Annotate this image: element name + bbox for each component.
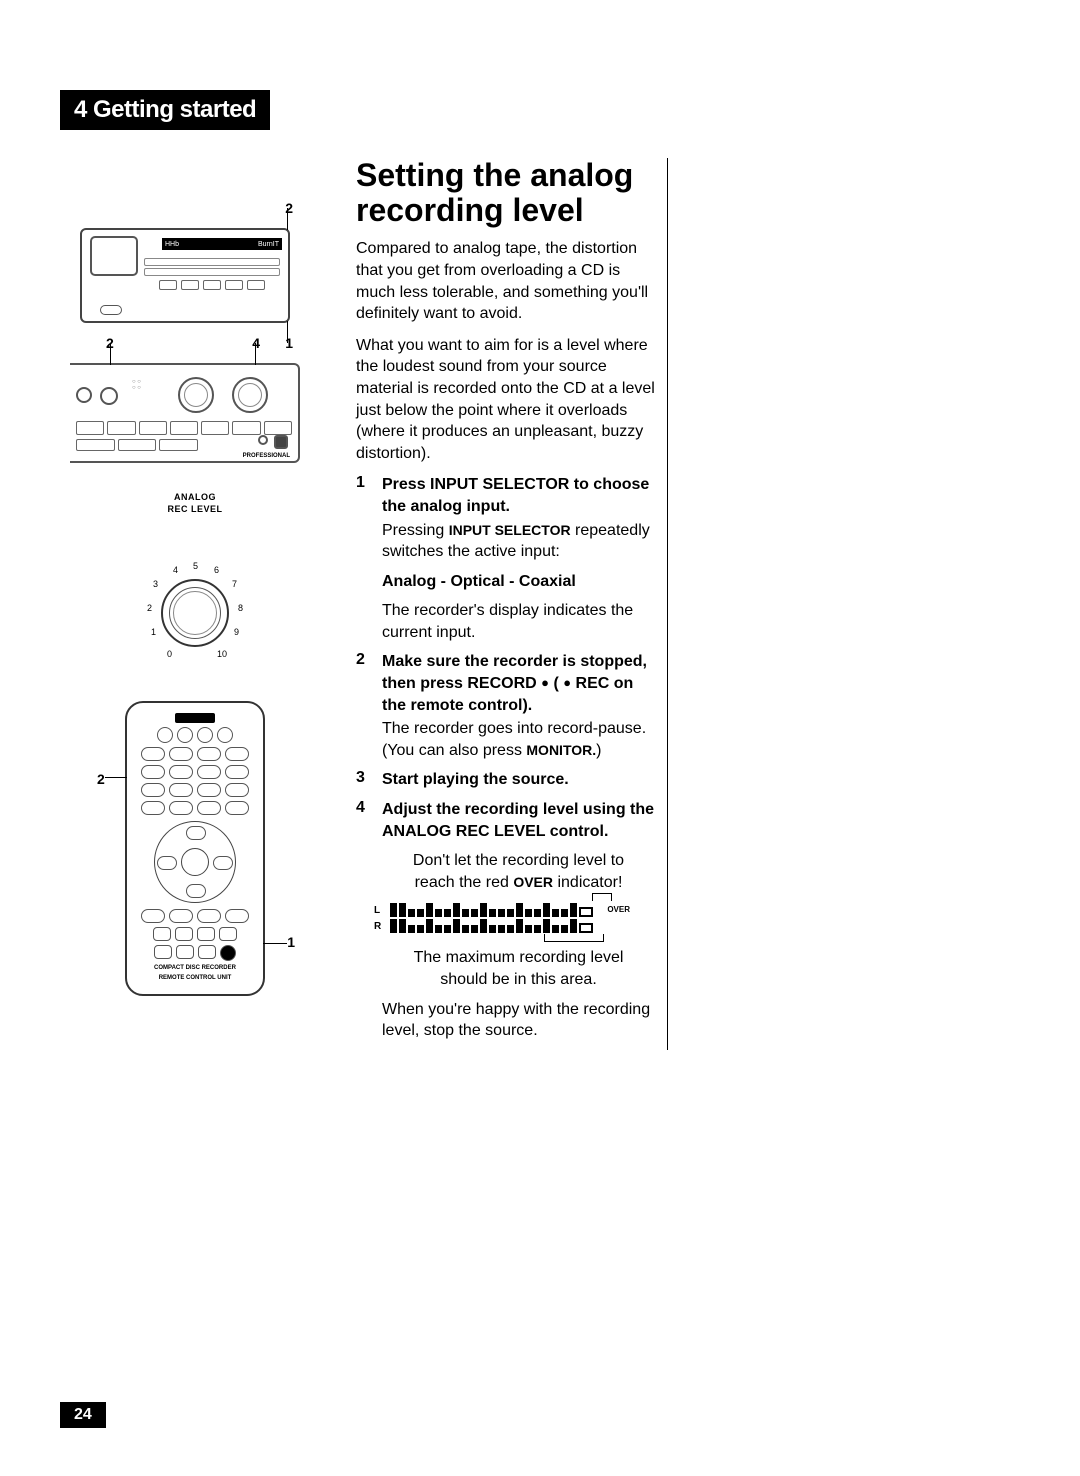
headphone-jack-icon — [76, 387, 92, 403]
step-number: 1 — [356, 474, 370, 562]
leader-line — [263, 943, 287, 944]
transport-row2-icon — [76, 439, 198, 451]
dial-label-2: REC LEVEL — [60, 505, 330, 515]
disc-tray-icon — [90, 236, 138, 276]
meter-channel-l: L — [374, 905, 380, 916]
leader-line — [105, 777, 127, 778]
leader-line — [287, 208, 288, 230]
record-dot-icon: ● — [541, 675, 549, 690]
meter-row-l — [390, 903, 630, 917]
dial-tick: 2 — [147, 603, 152, 613]
brand-strip: HHb BurnIT — [162, 238, 282, 250]
ir-sensor-icon — [274, 435, 288, 449]
remote-footer-1: COMPACT DISC RECORDER — [137, 965, 253, 972]
dial-tick: 0 — [167, 649, 172, 659]
rec-level-knob-icon — [232, 377, 268, 413]
level-knob-icon — [100, 387, 118, 405]
callout-label: 1 — [287, 934, 295, 950]
dial-tick: 5 — [193, 561, 198, 571]
step-number: 2 — [356, 651, 370, 761]
diagram-analog-rec-level-dial: ANALOG REC LEVEL 0 1 2 3 4 5 6 7 8 — [60, 493, 330, 661]
eject-button-icon — [100, 305, 122, 315]
leader-line — [110, 343, 111, 365]
button-ref: INPUT SELECTOR — [449, 522, 571, 538]
step-4: 4 Adjust the recording level using the A… — [356, 799, 655, 842]
empty-column — [668, 158, 1020, 1050]
dial-tick: 6 — [214, 565, 219, 575]
step-2: 2 Make sure the recorder is stopped, the… — [356, 651, 655, 761]
dial-tick: 1 — [151, 627, 156, 637]
bracket-line — [592, 893, 612, 901]
step-number: 4 — [356, 799, 370, 842]
bracket-line — [544, 934, 604, 942]
manual-page: 4 Getting started HHb BurnIT — [0, 0, 1080, 1110]
meter-row-r — [390, 919, 630, 933]
brand-right: BurnIT — [258, 241, 279, 248]
power-led-icon — [258, 435, 268, 445]
leader-line — [287, 321, 288, 343]
diagram-column: HHb BurnIT 2 1 — [60, 158, 350, 1050]
step-text: Pressing INPUT SELECTOR repeatedly switc… — [382, 520, 655, 563]
indicator-ref: OVER — [513, 874, 553, 890]
callout-label: 2 — [97, 771, 105, 787]
diagram-remote-control: COMPACT DISC RECORDER REMOTE CONTROL UNI… — [60, 701, 330, 996]
step-text: The recorder's display indicates the cur… — [382, 600, 655, 643]
dial-tick: 3 — [153, 579, 158, 589]
meter-over-label: OVER — [607, 905, 630, 914]
step-heading: Adjust the recording level using the ANA… — [382, 801, 654, 840]
page-title: Setting the analog recording level — [356, 158, 655, 228]
callout-label: 4 — [252, 335, 260, 351]
content-columns: HHb BurnIT 2 1 — [60, 158, 1020, 1050]
dial-tick: 4 — [173, 565, 178, 575]
remote-control-icon: COMPACT DISC RECORDER REMOTE CONTROL UNI… — [125, 701, 265, 996]
step-text: The recorder goes into record-pause. (Yo… — [382, 718, 655, 761]
dial-tick: 8 — [238, 603, 243, 613]
step-heading: Make sure the recorder is stopped, then … — [382, 653, 647, 713]
step-heading: Press INPUT SELECTOR to choose the analo… — [382, 476, 649, 515]
dial-tick: 10 — [217, 649, 227, 659]
input-cycle: Analog - Optical - Coaxial — [382, 571, 655, 593]
top-controls-icon — [144, 258, 280, 292]
small-controls-icon: ○ ○○ ○ — [132, 379, 141, 391]
text-column: Setting the analog recording level Compa… — [350, 158, 668, 1050]
remote-footer-2: REMOTE CONTROL UNIT — [137, 975, 253, 982]
section-header: 4 Getting started — [60, 90, 270, 130]
intro-paragraph: Compared to analog tape, the distortion … — [356, 238, 655, 324]
brand-left: HHb — [165, 241, 179, 248]
dial-icon: 0 1 2 3 4 5 6 7 8 9 10 — [147, 565, 243, 661]
meter-note: The maximum recording level should be in… — [382, 947, 655, 990]
meter-channel-r: R — [374, 921, 381, 932]
step-number: 3 — [356, 769, 370, 791]
dial-tick: 7 — [232, 579, 237, 589]
diagram-cd-recorder-front-bottom: 2 4 ○ ○○ ○ P — [60, 363, 330, 463]
cd-unit-top: HHb BurnIT 2 1 — [80, 228, 290, 323]
remote-dpad-icon — [154, 821, 236, 903]
leader-line — [255, 343, 256, 365]
intro-paragraph: What you want to aim for is a level wher… — [356, 335, 655, 465]
page-number: 24 — [60, 1402, 106, 1428]
step-heading: Start playing the source. — [382, 771, 569, 788]
dial-scale: 0 1 2 3 4 5 6 7 8 9 10 — [147, 565, 243, 661]
level-meter-diagram: L R OVER — [382, 903, 630, 939]
remote-logo-icon — [175, 713, 215, 723]
warning-text: Don't let the recording level to reach t… — [382, 850, 655, 893]
button-ref: MONITOR. — [526, 742, 596, 758]
diagram-cd-recorder-front-top: HHb BurnIT 2 1 — [60, 228, 330, 323]
jog-dial-icon — [178, 377, 214, 413]
closing-text: When you're happy with the recording lev… — [382, 999, 655, 1042]
professional-label: PROFESSIONAL — [243, 453, 290, 459]
cd-unit-bottom: 2 4 ○ ○○ ○ P — [70, 363, 300, 463]
record-dot-icon: ● — [563, 675, 571, 690]
step-3: 3 Start playing the source. — [356, 769, 655, 791]
transport-row-icon — [76, 421, 292, 435]
step-1: 1 Press INPUT SELECTOR to choose the ana… — [356, 474, 655, 562]
dial-tick: 9 — [234, 627, 239, 637]
dial-label-1: ANALOG — [60, 493, 330, 503]
